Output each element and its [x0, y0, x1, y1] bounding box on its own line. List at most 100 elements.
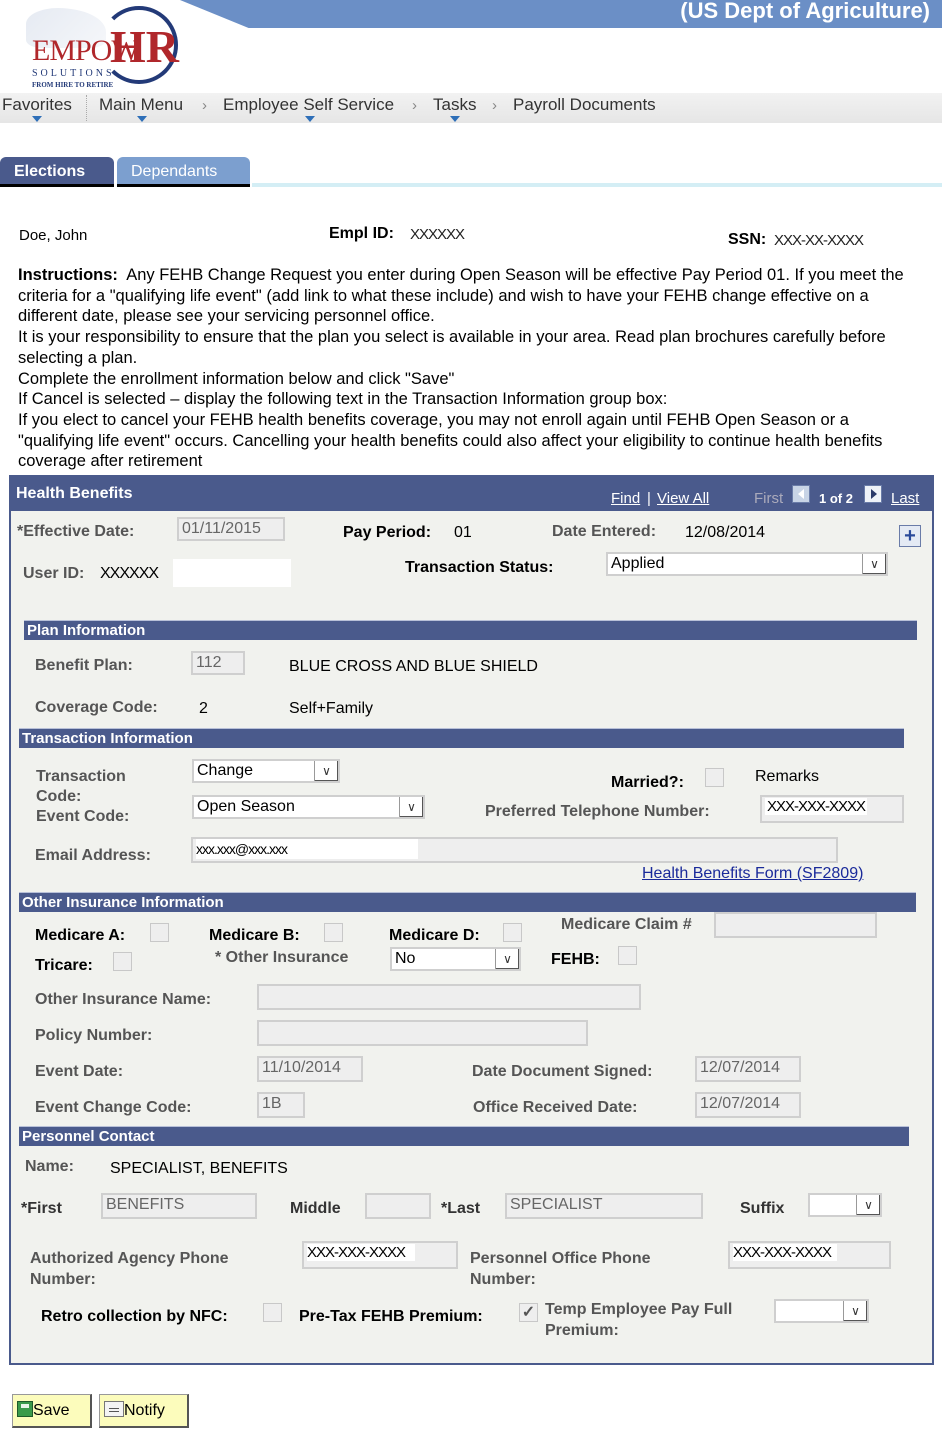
- nav-employee-self-service[interactable]: Employee Self Service: [223, 95, 394, 115]
- event-date-field[interactable]: 11/10/2014: [257, 1056, 363, 1082]
- other-insurance-name-field[interactable]: [257, 984, 641, 1010]
- instructions-line: Any FEHB Change Request you enter during…: [18, 266, 904, 326]
- tab-elections[interactable]: Elections: [0, 157, 114, 187]
- view-all-link[interactable]: View All: [657, 490, 709, 507]
- add-row-button[interactable]: +: [899, 525, 921, 547]
- effective-date-field[interactable]: 01/11/2015: [177, 517, 285, 541]
- agency-phone-label-line: Number:: [30, 1271, 96, 1288]
- nav-favorites[interactable]: Favorites: [2, 95, 72, 115]
- instructions: Instructions: Any FEHB Change Request yo…: [18, 265, 918, 472]
- tab-dependants[interactable]: Dependants: [117, 157, 250, 187]
- nav-tasks[interactable]: Tasks: [433, 95, 476, 115]
- suffix-select[interactable]: ∨: [808, 1193, 882, 1217]
- event-change-code-field[interactable]: 1B: [257, 1092, 305, 1118]
- transaction-code-value: Change: [197, 762, 254, 779]
- health-benefits-panel: Health Benefits Find | View All First 1 …: [9, 475, 934, 1365]
- other-insurance-select[interactable]: No ∨: [390, 947, 521, 971]
- tricare-label: Tricare:: [35, 957, 93, 974]
- org-title: (US Dept of Agriculture): [680, 0, 930, 23]
- favorites-dropdown-icon[interactable]: [32, 116, 42, 122]
- notify-button[interactable]: Notify: [99, 1394, 189, 1428]
- empowhr-logo: EMPOW HR SOLUTIONS FROM HIRE TO RETIRE: [14, 2, 244, 92]
- email-address-field[interactable]: xxx.xxx@xxx.xxx: [191, 837, 838, 863]
- last-link[interactable]: Last: [891, 490, 919, 507]
- medicare-claim-field[interactable]: [714, 912, 877, 938]
- plan-information-header: Plan Information: [24, 620, 917, 640]
- email-address-value: xxx.xxx@xxx.xxx: [196, 839, 418, 859]
- event-date-label: Event Date:: [35, 1063, 124, 1080]
- married-label: Married?:: [611, 774, 684, 791]
- transaction-status-label: Transaction Status:: [405, 559, 554, 576]
- pretax-premium-checkbox[interactable]: ✓: [519, 1303, 538, 1322]
- main-menu-dropdown-icon[interactable]: [137, 116, 147, 122]
- find-link[interactable]: Find: [611, 490, 640, 507]
- personnel-contact-header: Personnel Contact: [19, 1126, 909, 1146]
- remarks-label: Remarks: [755, 768, 820, 785]
- chevron-down-icon[interactable]: ∨: [399, 797, 423, 817]
- next-button[interactable]: [864, 485, 882, 503]
- previous-button[interactable]: [792, 485, 810, 503]
- retro-collection-checkbox[interactable]: [263, 1303, 282, 1322]
- transaction-code-select[interactable]: Change ∨: [192, 759, 340, 783]
- logo-tagline: FROM HIRE TO RETIRE: [32, 81, 114, 89]
- last-name-field[interactable]: SPECIALIST: [505, 1193, 703, 1219]
- date-signed-field[interactable]: 12/07/2014: [695, 1056, 801, 1082]
- chevron-down-icon[interactable]: ∨: [495, 949, 519, 969]
- medicare-b-checkbox[interactable]: [324, 923, 343, 942]
- event-code-label: Event Code:: [36, 808, 130, 825]
- temp-employee-select[interactable]: ∨: [774, 1299, 869, 1323]
- benefit-plan-name: BLUE CROSS AND BLUE SHIELD: [289, 658, 538, 675]
- agency-phone-field[interactable]: XXX-XXX-XXXX: [302, 1241, 458, 1269]
- office-received-label: Office Received Date:: [473, 1099, 638, 1116]
- effective-date-label: *Effective Date:: [17, 523, 135, 540]
- fehb-checkbox[interactable]: [618, 946, 637, 965]
- other-insurance-label: * Other Insurance: [215, 949, 349, 966]
- user-id-field[interactable]: [173, 559, 291, 587]
- office-phone-value: XXX-XXX-XXXX: [733, 1244, 838, 1261]
- tricare-checkbox[interactable]: [113, 952, 132, 971]
- medicare-d-checkbox[interactable]: [503, 923, 522, 942]
- checkmark-icon: ✓: [521, 1304, 536, 1321]
- health-benefits-form-link[interactable]: Health Benefits Form (SF2809): [642, 865, 863, 883]
- logo-brand-right: HR: [110, 21, 179, 72]
- date-signed-label: Date Document Signed:: [472, 1063, 653, 1080]
- ess-dropdown-icon[interactable]: [305, 116, 315, 122]
- retro-collection-label: Retro collection by NFC:: [41, 1308, 228, 1325]
- instructions-line: Complete the enrollment information belo…: [18, 369, 455, 388]
- other-insurance-name-label: Other Insurance Name:: [35, 991, 212, 1008]
- row-count: 1 of 2: [819, 491, 853, 506]
- temp-employee-label: Temp Employee Pay Full Premium:: [545, 1299, 732, 1341]
- pay-period-label: Pay Period:: [343, 524, 432, 541]
- office-received-field[interactable]: 12/07/2014: [695, 1092, 801, 1118]
- chevron-down-icon[interactable]: ∨: [843, 1301, 867, 1321]
- event-code-select[interactable]: Open Season ∨: [192, 795, 425, 819]
- middle-name-field[interactable]: [365, 1193, 431, 1219]
- agency-phone-value: XXX-XXX-XXXX: [307, 1244, 416, 1261]
- office-phone-label: Personnel Office Phone Number:: [470, 1248, 650, 1290]
- notify-icon: [104, 1401, 124, 1417]
- policy-number-label: Policy Number:: [35, 1027, 153, 1044]
- office-phone-field[interactable]: XXX-XXX-XXXX: [728, 1241, 891, 1269]
- pretax-premium-label: Pre-Tax FEHB Premium:: [299, 1308, 483, 1325]
- married-checkbox[interactable]: [705, 768, 724, 787]
- medicare-a-checkbox[interactable]: [150, 923, 169, 942]
- first-name-field[interactable]: BENEFITS: [101, 1193, 257, 1219]
- health-benefits-title: Health Benefits: [16, 485, 133, 502]
- chevron-down-icon[interactable]: ∨: [862, 554, 886, 574]
- nav-main-menu[interactable]: Main Menu: [99, 95, 183, 115]
- office-phone-label-line: Personnel Office Phone: [470, 1250, 651, 1267]
- transaction-status-select[interactable]: Applied ∨: [606, 552, 888, 576]
- nav-payroll-documents[interactable]: Payroll Documents: [513, 95, 656, 115]
- first-label: First: [754, 490, 784, 507]
- tasks-dropdown-icon[interactable]: [450, 116, 460, 122]
- policy-number-field[interactable]: [257, 1020, 588, 1046]
- chevron-down-icon[interactable]: ∨: [314, 761, 338, 781]
- previous-icon: [798, 489, 804, 499]
- save-button[interactable]: Save: [12, 1394, 92, 1428]
- benefit-plan-label: Benefit Plan:: [35, 657, 133, 674]
- chevron-down-icon[interactable]: ∨: [856, 1195, 880, 1215]
- last-name-label: *Last: [441, 1200, 481, 1217]
- instructions-line: If Cancel is selected – display the foll…: [18, 390, 668, 409]
- preferred-phone-field[interactable]: XXX-XXX-XXXX: [760, 795, 904, 823]
- benefit-plan-field[interactable]: 112: [191, 651, 245, 675]
